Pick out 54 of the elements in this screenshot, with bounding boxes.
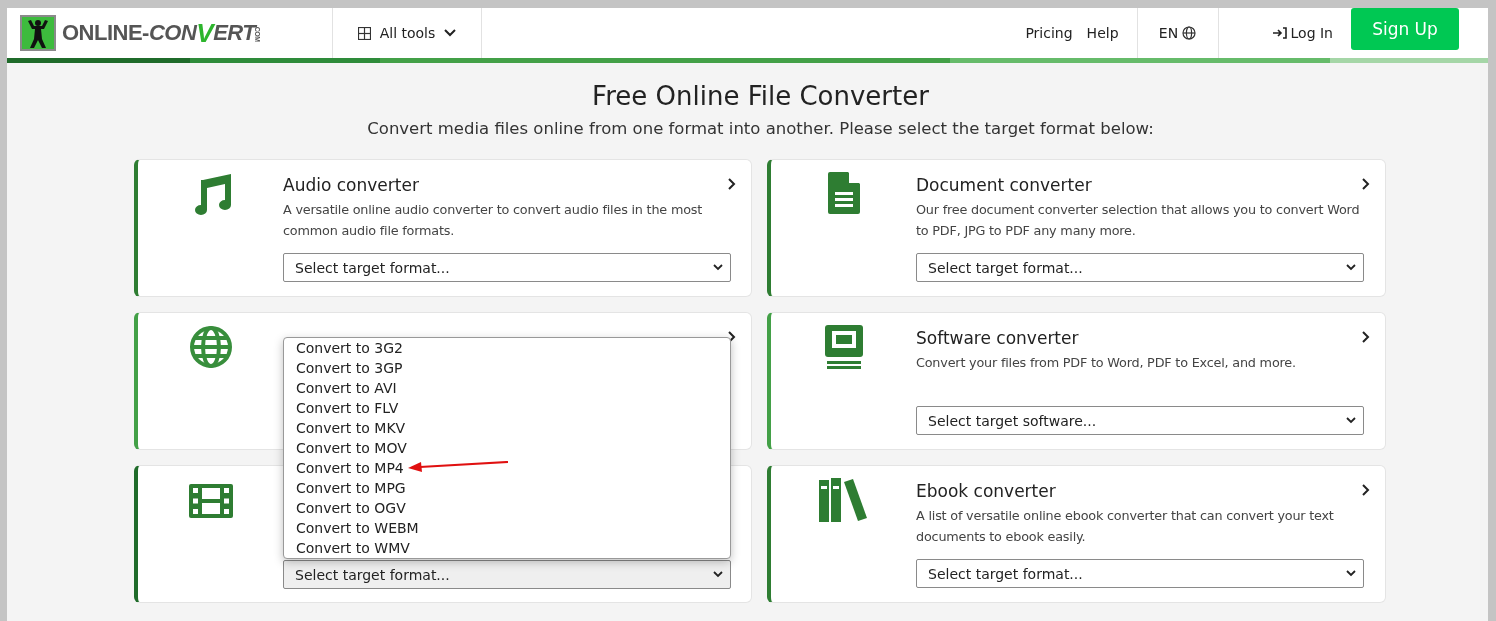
chevron-down-icon	[1346, 570, 1356, 577]
logo-icon	[20, 15, 56, 51]
converter-card[interactable]: Document converter Our free document converter selection that allows you to convert Word to PDF, JPG to PDF any many more. Select target format...	[767, 159, 1386, 297]
chevron-right-icon[interactable]	[1362, 178, 1370, 190]
page-title: Free Online File Converter	[591, 81, 930, 111]
globe-icon	[188, 325, 233, 369]
document-icon	[827, 172, 860, 214]
format-select[interactable]: Select target format...	[916, 253, 1364, 282]
converter-card[interactable]: Audio converter A versatile online audio converter to convert audio files in the most common audio file formats. Select target format...	[134, 159, 752, 297]
chevron-down-icon	[713, 571, 723, 578]
dropdown-option[interactable]: Convert to AVI	[284, 378, 397, 398]
page-subtitle: Convert media files online from one format into another. Please select the target format below:	[366, 119, 1155, 138]
format-select[interactable]: Select target format...	[916, 559, 1364, 588]
format-select[interactable]: Select target format...	[283, 253, 731, 282]
dropdown-option[interactable]: Convert to FLV	[284, 398, 399, 418]
chevron-down-icon	[713, 264, 723, 271]
books-icon	[818, 478, 869, 522]
grid-icon	[357, 26, 371, 40]
dropdown-option[interactable]: Convert to OGV	[284, 498, 406, 518]
nav-link[interactable]: Pricing	[1025, 25, 1073, 41]
language-selector[interactable]: EN	[1154, 21, 1201, 45]
all-tools-menu[interactable]: All tools	[353, 21, 461, 45]
dropdown-option[interactable]: Convert to WEBM	[284, 518, 419, 538]
dropdown-option[interactable]: Convert to 3G2	[284, 338, 403, 358]
card-title: Ebook converter	[916, 481, 1057, 501]
converter-card[interactable]: Software converter Convert your files from PDF to Word, PDF to Excel, and more. Select target software...	[767, 312, 1386, 450]
dropdown-option[interactable]: Convert to MP4	[284, 458, 508, 478]
card-title: Software converter	[916, 328, 1080, 348]
chevron-right-icon[interactable]	[1362, 484, 1370, 496]
dropdown-option[interactable]: Convert to WMV	[284, 538, 410, 558]
format-select[interactable]: Select target format...	[283, 560, 731, 589]
globe-icon	[1182, 26, 1197, 40]
chevron-right-icon[interactable]	[1362, 331, 1370, 343]
chevron-down-icon	[444, 29, 457, 37]
login-link[interactable]: Log In	[1268, 8, 1337, 58]
card-description: A versatile online audio converter to convert audio files in the most common audio file formats.	[283, 201, 704, 240]
dropdown-option[interactable]: Convert to MKV	[284, 418, 406, 438]
card-description: Our free document converter selection that allows you to convert Word to PDF, JPG to PDF any many more.	[916, 201, 1361, 240]
card-title: Audio converter	[283, 175, 420, 195]
chevron-right-icon[interactable]	[728, 178, 736, 190]
card-description: Convert your files from PDF to Word, PDF to Excel, and more.	[916, 354, 1297, 372]
sign-in-icon	[1272, 27, 1288, 39]
film-strip-icon	[188, 484, 233, 518]
converter-card[interactable]: Ebook converter A list of versatile online ebook converter that can convert your text documents to ebook easily. Select target format...	[767, 465, 1386, 603]
computer-icon	[824, 325, 863, 369]
card-description: A list of versatile online ebook converter that can convert your text documents to ebook easily.	[916, 507, 1335, 546]
nav-link[interactable]: Help	[1086, 25, 1119, 41]
chevron-down-icon	[1346, 264, 1356, 271]
format-select[interactable]: Select target software...	[916, 406, 1364, 435]
dropdown-option[interactable]: Convert to MOV	[284, 438, 407, 458]
card-title: Document converter	[916, 175, 1093, 195]
chevron-down-icon	[1346, 417, 1356, 424]
dropdown-option[interactable]: Convert to 3GP	[284, 358, 403, 378]
dropdown-option[interactable]: Convert to MPG	[284, 478, 406, 498]
